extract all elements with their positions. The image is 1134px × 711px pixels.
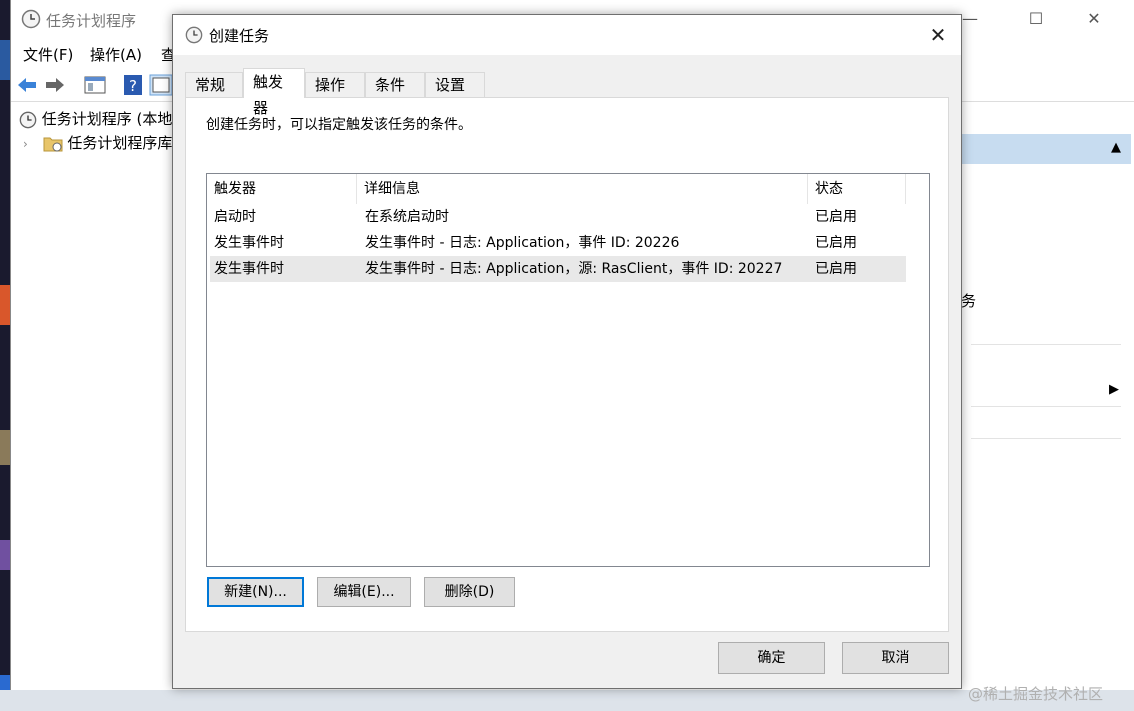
clock-icon xyxy=(185,26,203,44)
navigation-tree: 任务计划程序 (本地 › 任务计划程序库 xyxy=(11,104,173,684)
tree-library-label: 任务计划程序库 xyxy=(67,134,173,152)
column-header-details[interactable]: 详细信息 xyxy=(357,174,808,204)
tree-root-label: 任务计划程序 (本地 xyxy=(41,110,173,128)
action-pane: ▲ 务 ▶ xyxy=(961,104,1133,684)
close-button[interactable]: ✕ xyxy=(1071,6,1117,32)
create-task-dialog: 创建任务 ✕ 常规 触发器 操作 条件 设置 创建任务时，可以指定触发该任务的条… xyxy=(172,14,962,689)
row-status: 已启用 xyxy=(815,235,857,251)
tree-library-item[interactable]: › 任务计划程序库 xyxy=(23,132,172,153)
watermark: @稀土掘金技术社区 xyxy=(968,685,1104,703)
new-trigger-button[interactable]: 新建(N)... xyxy=(207,577,304,607)
tab-general[interactable]: 常规 xyxy=(185,72,243,97)
forward-arrow-icon[interactable] xyxy=(43,74,67,96)
row-trigger: 发生事件时 xyxy=(214,235,284,251)
triggers-list[interactable]: 触发器 详细信息 状态 启动时 在系统启动时 已启用 发生事件时 发生事件时 -… xyxy=(206,173,930,567)
column-header-status[interactable]: 状态 xyxy=(808,174,906,204)
action-pane-header[interactable]: ▲ xyxy=(961,134,1131,164)
table-row[interactable]: 发生事件时 发生事件时 - 日志: Application，事件 ID: 202… xyxy=(210,230,906,256)
chevron-right-icon[interactable]: › xyxy=(23,137,28,151)
row-details: 在系统启动时 xyxy=(365,209,449,225)
main-window-title: 任务计划程序 xyxy=(46,12,137,30)
divider xyxy=(971,406,1121,407)
divider xyxy=(971,344,1121,345)
row-trigger: 启动时 xyxy=(214,209,256,225)
collapse-arrow-icon[interactable]: ▲ xyxy=(1111,140,1121,155)
row-details: 发生事件时 - 日志: Application，源: RasClient，事件 … xyxy=(365,261,783,277)
row-details: 发生事件时 - 日志: Application，事件 ID: 20226 xyxy=(365,235,680,251)
table-row-selected[interactable]: 发生事件时 发生事件时 - 日志: Application，源: RasClie… xyxy=(210,256,906,282)
dialog-close-button[interactable]: ✕ xyxy=(923,21,953,49)
show-action-pane-icon[interactable] xyxy=(149,74,173,96)
action-pane-text[interactable]: 务 xyxy=(961,290,976,311)
clock-icon xyxy=(19,111,37,128)
row-trigger: 发生事件时 xyxy=(214,261,284,277)
taskbar xyxy=(0,690,1134,711)
triggers-panel: 创建任务时，可以指定触发该任务的条件。 触发器 详细信息 状态 启动时 在系统启… xyxy=(185,97,949,632)
dialog-title-bar: 创建任务 ✕ xyxy=(173,15,961,55)
tab-actions[interactable]: 操作 xyxy=(305,72,365,97)
column-header-trigger[interactable]: 触发器 xyxy=(207,174,357,204)
edit-trigger-button[interactable]: 编辑(E)... xyxy=(317,577,411,607)
cancel-button[interactable]: 取消 xyxy=(842,642,949,674)
svg-text:?: ? xyxy=(129,77,137,95)
table-row[interactable]: 启动时 在系统启动时 已启用 xyxy=(210,204,906,230)
submenu-arrow-icon[interactable]: ▶ xyxy=(1109,382,1119,397)
help-icon[interactable]: ? xyxy=(121,74,145,96)
show-hide-tree-icon[interactable] xyxy=(83,74,107,96)
tab-triggers[interactable]: 触发器 xyxy=(243,68,305,117)
triggers-description: 创建任务时，可以指定触发该任务的条件。 xyxy=(206,117,472,133)
row-status: 已启用 xyxy=(815,209,857,225)
menu-file[interactable]: 文件(F) xyxy=(23,44,73,65)
back-arrow-icon[interactable] xyxy=(15,74,39,96)
clock-icon xyxy=(21,9,41,29)
tab-settings[interactable]: 设置 xyxy=(425,72,485,97)
tree-root-item[interactable]: 任务计划程序 (本地 xyxy=(19,108,172,129)
divider xyxy=(971,438,1121,439)
maximize-button[interactable]: ☐ xyxy=(1013,6,1059,32)
list-header: 触发器 详细信息 状态 xyxy=(207,174,929,204)
row-status: 已启用 xyxy=(815,261,857,277)
tab-conditions[interactable]: 条件 xyxy=(365,72,425,97)
folder-clock-icon xyxy=(43,137,63,151)
delete-trigger-button[interactable]: 删除(D) xyxy=(424,577,515,607)
dialog-title: 创建任务 xyxy=(209,27,270,45)
menu-action[interactable]: 操作(A) xyxy=(90,44,142,65)
ok-button[interactable]: 确定 xyxy=(718,642,825,674)
